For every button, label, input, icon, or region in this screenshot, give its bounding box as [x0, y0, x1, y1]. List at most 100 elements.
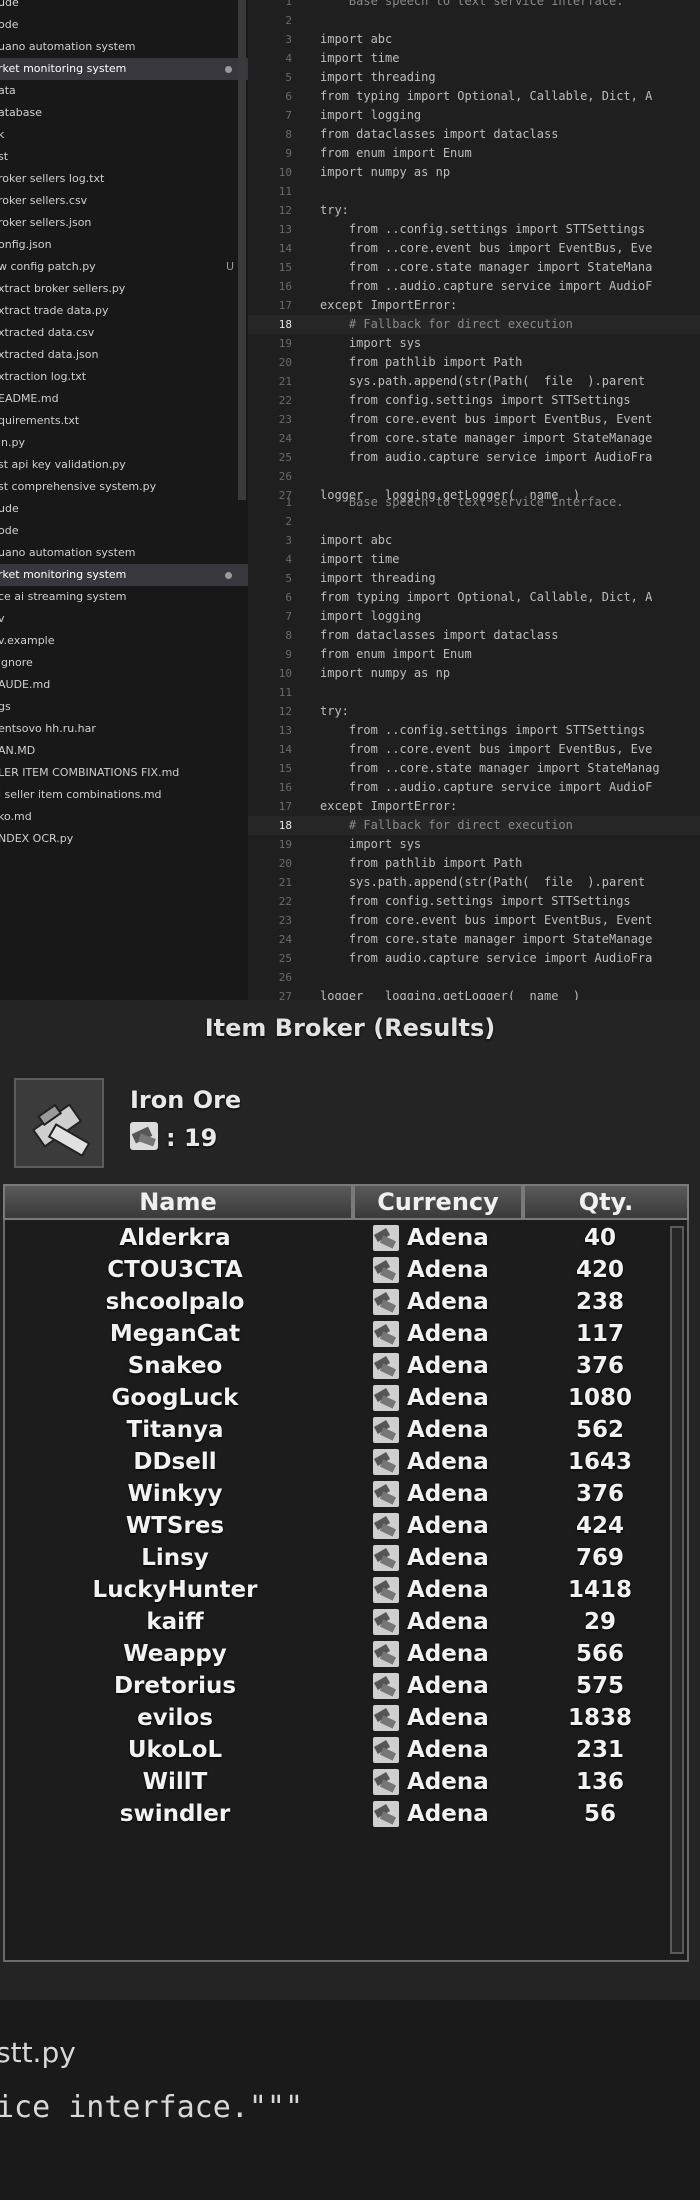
code-line[interactable]: 14 from ..core.event bus import EventBus… — [248, 239, 700, 258]
table-row[interactable]: swindler Adena 56 — [5, 1798, 665, 1830]
code-line[interactable]: 24 from core.state manager import StateM… — [248, 930, 700, 949]
code-line[interactable]: 12 try: — [248, 702, 700, 721]
code-line[interactable]: 1 Base speech to text service interface. — [248, 0, 700, 11]
code-line[interactable]: 26 — [248, 467, 700, 486]
explorer-item[interactable]: ude — [0, 498, 248, 520]
code-line[interactable]: 19 import sys — [248, 835, 700, 854]
explorer-item[interactable]: rket monitoring system — [0, 58, 248, 80]
code-line[interactable]: 19 import sys — [248, 334, 700, 353]
explorer-item[interactable]: v.example — [0, 630, 248, 652]
explorer-item[interactable]: w config patch.py U — [0, 256, 248, 278]
table-row[interactable]: Winkyy Adena 376 — [5, 1478, 665, 1510]
explorer-scrollbar[interactable] — [238, 0, 246, 500]
explorer-item[interactable]: rket monitoring system — [0, 564, 248, 586]
results-scrollbar[interactable] — [670, 1226, 684, 1954]
explorer-item[interactable]: roker sellers log.txt — [0, 168, 248, 190]
explorer-item[interactable]: ata — [0, 80, 248, 102]
explorer-item[interactable]: entsovo hh.ru.har — [0, 718, 248, 740]
table-row[interactable]: WillT Adena 136 — [5, 1766, 665, 1798]
table-row[interactable]: MeganCat Adena 117 — [5, 1318, 665, 1350]
table-row[interactable]: Dretorius Adena 575 — [5, 1670, 665, 1702]
code-line[interactable]: 15 from ..core.state manager import Stat… — [248, 759, 700, 778]
code-line[interactable]: 26 — [248, 968, 700, 987]
table-row[interactable]: GoogLuck Adena 1080 — [5, 1382, 665, 1414]
code-line[interactable]: 10 import numpy as np — [248, 163, 700, 182]
code-line[interactable]: 4 import time — [248, 49, 700, 68]
table-row[interactable]: Snakeo Adena 376 — [5, 1350, 665, 1382]
table-row[interactable]: evilos Adena 1838 — [5, 1702, 665, 1734]
code-line[interactable]: 2 — [248, 11, 700, 30]
code-line[interactable]: 21 sys.path.append(str(Path( file ).pare… — [248, 873, 700, 892]
code-line[interactable]: 7 import logging — [248, 106, 700, 125]
explorer-item[interactable]: xtract trade data.py — [0, 300, 248, 322]
explorer-item[interactable]: in.py — [0, 432, 248, 454]
table-row[interactable]: kaiff Adena 29 — [5, 1606, 665, 1638]
explorer-item[interactable]: atabase — [0, 102, 248, 124]
code-line[interactable]: 17 except ImportError: — [248, 296, 700, 315]
table-row[interactable]: Weappy Adena 566 — [5, 1638, 665, 1670]
explorer-item[interactable]: ko.md — [0, 806, 248, 828]
code-line[interactable]: 2 — [248, 512, 700, 531]
explorer-item[interactable]: roker sellers.json — [0, 212, 248, 234]
code-line[interactable]: 27 logger logging.getLogger( name ) — [248, 987, 700, 1000]
code-line[interactable]: 24 from core.state manager import StateM… — [248, 429, 700, 448]
table-row[interactable]: shcoolpalo Adena 238 — [5, 1286, 665, 1318]
code-line[interactable]: 16 from ..audio.capture service import A… — [248, 778, 700, 797]
explorer-item[interactable]: ignore — [0, 652, 248, 674]
code-line[interactable]: 23 from core.event bus import EventBus, … — [248, 911, 700, 930]
column-header-name[interactable]: Name — [3, 1184, 353, 1220]
explorer-item[interactable]: EADME.md — [0, 388, 248, 410]
code-line[interactable]: 12 try: — [248, 201, 700, 220]
code-line[interactable]: 7 import logging — [248, 607, 700, 626]
explorer-item[interactable]: st api key validation.py — [0, 454, 248, 476]
explorer-item[interactable]: ode — [0, 14, 248, 36]
code-line[interactable]: 16 from ..audio.capture service import A… — [248, 277, 700, 296]
explorer-item[interactable]: xtraction log.txt — [0, 366, 248, 388]
code-line[interactable]: 22 from config.settings import STTSettin… — [248, 892, 700, 911]
code-line[interactable]: 6 from typing import Optional, Callable, … — [248, 87, 700, 106]
explorer-item[interactable]: v — [0, 608, 248, 630]
code-line[interactable]: 22 from config.settings import STTSettin… — [248, 391, 700, 410]
explorer-item[interactable]: uano automation system — [0, 542, 248, 564]
code-line[interactable]: 4 import time — [248, 550, 700, 569]
explorer-item[interactable]: ode — [0, 520, 248, 542]
code-line[interactable]: 9 from enum import Enum — [248, 144, 700, 163]
code-line[interactable]: 13 from ..config.settings import STTSett… — [248, 721, 700, 740]
code-line[interactable]: 6 from typing import Optional, Callable, … — [248, 588, 700, 607]
code-line[interactable]: 3 import abc — [248, 30, 700, 49]
code-line[interactable]: 10 import numpy as np — [248, 664, 700, 683]
code-line[interactable]: 8 from dataclasses import dataclass — [248, 626, 700, 645]
explorer-item[interactable]: AN.MD — [0, 740, 248, 762]
code-line[interactable]: 18 # Fallback for direct execution — [248, 816, 700, 835]
code-line[interactable]: 18 # Fallback for direct execution — [248, 315, 700, 334]
code-line[interactable]: 5 import threading — [248, 569, 700, 588]
code-line[interactable]: 20 from pathlib import Path — [248, 353, 700, 372]
code-line[interactable]: 25 from audio.capture service import Aud… — [248, 949, 700, 968]
code-line[interactable]: 11 — [248, 683, 700, 702]
table-row[interactable]: LuckyHunter Adena 1418 — [5, 1574, 665, 1606]
explorer-item[interactable]: xtracted data.json — [0, 344, 248, 366]
code-line[interactable]: 3 import abc — [248, 531, 700, 550]
explorer-item[interactable]: st comprehensive system.py — [0, 476, 248, 498]
explorer-item[interactable]: gs — [0, 696, 248, 718]
column-header-currency[interactable]: Currency — [353, 1184, 523, 1220]
explorer-item[interactable]: onfig.json — [0, 234, 248, 256]
code-line[interactable]: 1 Base speech to text service interface. — [248, 493, 700, 512]
code-line[interactable]: 23 from core.event bus import EventBus, … — [248, 410, 700, 429]
table-row[interactable]: Linsy Adena 769 — [5, 1542, 665, 1574]
file-tab-label[interactable]: stt.py — [0, 2036, 76, 2069]
explorer-item[interactable]: NDEX OCR.py — [0, 828, 248, 850]
explorer-item[interactable]: AUDE.md — [0, 674, 248, 696]
code-line[interactable]: 11 — [248, 182, 700, 201]
code-line[interactable]: 25 from audio.capture service import Aud… — [248, 448, 700, 467]
explorer-item[interactable]: LER ITEM COMBINATIONS FIX.md — [0, 762, 248, 784]
code-line[interactable]: 17 except ImportError: — [248, 797, 700, 816]
explorer-item[interactable]: ude — [0, 0, 248, 14]
code-line[interactable]: 5 import threading — [248, 68, 700, 87]
code-line[interactable]: 9 from enum import Enum — [248, 645, 700, 664]
table-row[interactable]: UkoLoL Adena 231 — [5, 1734, 665, 1766]
code-line[interactable]: 14 from ..core.event bus import EventBus… — [248, 740, 700, 759]
explorer-item[interactable]: st — [0, 146, 248, 168]
code-line[interactable]: 15 from ..core.state manager import Stat… — [248, 258, 700, 277]
table-row[interactable]: Alderkra Adena 40 — [5, 1222, 665, 1254]
